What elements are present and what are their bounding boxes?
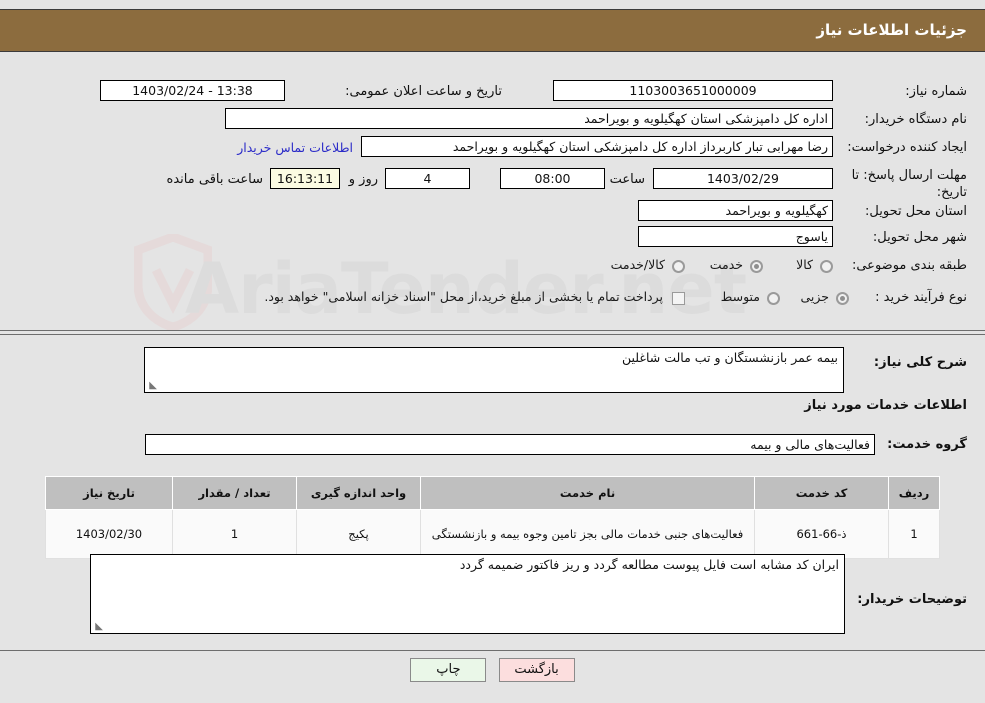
section-divider-top-2	[0, 334, 985, 335]
province-label: استان محل تحویل:	[865, 204, 967, 219]
notes-label: توضیحات خریدار:	[857, 592, 967, 607]
hour-label: ساعت	[609, 172, 645, 187]
cell-row: 1	[888, 509, 940, 559]
remaining-time: 16:13:11	[270, 168, 340, 189]
section-divider-bottom	[0, 650, 985, 651]
buyer-org-label: نام دستگاه خریدار:	[864, 112, 967, 127]
announce-label: تاریخ و ساعت اعلان عمومی:	[345, 84, 502, 99]
radio-category-goods-service[interactable]	[672, 260, 685, 273]
notes-resize-grip-icon[interactable]: ◣	[93, 622, 103, 632]
radio-category-goods[interactable]	[820, 260, 833, 273]
province-value: کهگیلویه و بویراحمد	[638, 200, 833, 221]
summary-label: شرح کلی نیاز:	[873, 355, 967, 370]
creator-value: رضا مهرابی تبار کاربرداز اداره کل دامپزش…	[361, 136, 833, 157]
th-unit: واحد اندازه گیری	[296, 476, 421, 510]
summary-value[interactable]: بیمه عمر بازنشستگان و تب مالت شاغلین ◣	[144, 347, 844, 393]
radio-category-service-label: خدمت	[709, 257, 743, 272]
th-qty: تعداد / مقدار	[172, 476, 297, 510]
notes-value[interactable]: ایران کد مشابه است فایل پیوست مطالعه گرد…	[90, 554, 845, 634]
radio-category-goods-label: کالا	[796, 257, 813, 272]
radio-process-minor[interactable]	[836, 292, 849, 305]
services-table: ردیف کد خدمت نام خدمت واحد اندازه گیری ت…	[45, 476, 940, 559]
radio-category-service[interactable]	[750, 260, 763, 273]
page-title-bar: جزئیات اطلاعات نیاز	[0, 9, 985, 52]
service-group-value: فعالیت‌های مالی و بیمه	[145, 434, 875, 455]
cell-code: ذ-66-661	[754, 509, 889, 559]
creator-label: ایجاد کننده درخواست:	[847, 140, 967, 155]
category-label: طبقه بندی موضوعی:	[851, 258, 967, 273]
radio-process-medium-label: متوسط	[720, 289, 760, 304]
buyer-org-value: اداره کل دامپزشکی استان کهگیلویه و بویرا…	[225, 108, 833, 129]
radio-process-medium[interactable]	[767, 292, 780, 305]
summary-panel: شرح کلی نیاز: بیمه عمر بازنشستگان و تب م…	[0, 338, 985, 468]
section-divider-top	[0, 330, 985, 331]
notes-panel: توضیحات خریدار: ایران کد مشابه است فایل …	[0, 553, 985, 648]
cell-unit: پکیج	[296, 509, 421, 559]
print-button[interactable]: چاپ	[410, 658, 487, 682]
city-value: یاسوج	[638, 226, 833, 247]
remaining-days: 4	[385, 168, 470, 189]
summary-text: بیمه عمر بازنشستگان و تب مالت شاغلین	[622, 350, 838, 365]
need-number-value: 1103003651000009	[553, 80, 833, 101]
need-number-label: شماره نیاز:	[905, 84, 967, 99]
deadline-label: مهلت ارسال پاسخ: تا تاریخ:	[851, 168, 967, 200]
cell-qty: 1	[172, 509, 297, 559]
table-header-row: ردیف کد خدمت نام خدمت واحد اندازه گیری ت…	[45, 476, 940, 510]
action-buttons: بازگشت چاپ	[0, 658, 985, 682]
city-label: شهر محل تحویل:	[872, 230, 967, 245]
back-button[interactable]: بازگشت	[498, 658, 575, 682]
table-row: 1 ذ-66-661 فعالیت‌های جنبی خدمات مالی بج…	[45, 509, 940, 559]
cell-name: فعالیت‌های جنبی خدمات مالی بجز تامین وجو…	[420, 509, 755, 559]
days-label: روز و	[348, 172, 378, 187]
need-info-panel: شماره نیاز: 1103003651000009 تاریخ و ساع…	[0, 52, 985, 327]
notes-text: ایران کد مشابه است فایل پیوست مطالعه گرد…	[459, 557, 839, 572]
service-group-label: گروه خدمت:	[887, 437, 967, 452]
radio-process-minor-label: جزیی	[800, 289, 829, 304]
th-name: نام خدمت	[420, 476, 755, 510]
th-date: تاریخ نیاز	[45, 476, 173, 510]
radio-category-goods-service-label: کالا/خدمت	[610, 257, 665, 272]
announce-value: 13:38 - 1403/02/24	[100, 80, 285, 101]
treasury-docs-checkbox[interactable]	[672, 292, 685, 305]
buyer-contact-link[interactable]: اطلاعات تماس خریدار	[237, 140, 353, 155]
process-label: نوع فرآیند خرید :	[875, 290, 967, 305]
services-heading: اطلاعات خدمات مورد نیاز	[804, 398, 967, 413]
deadline-date: 1403/02/29	[653, 168, 833, 189]
page-title: جزئیات اطلاعات نیاز	[816, 21, 967, 39]
th-row: ردیف	[888, 476, 940, 510]
remaining-suffix: ساعت باقی مانده	[166, 172, 263, 187]
deadline-time: 08:00	[500, 168, 605, 189]
th-code: کد خدمت	[754, 476, 889, 510]
resize-grip-icon[interactable]: ◣	[147, 381, 157, 391]
cell-date: 1403/02/30	[45, 509, 173, 559]
treasury-docs-label: پرداخت تمام یا بخشی از مبلغ خرید،از محل …	[264, 289, 663, 304]
